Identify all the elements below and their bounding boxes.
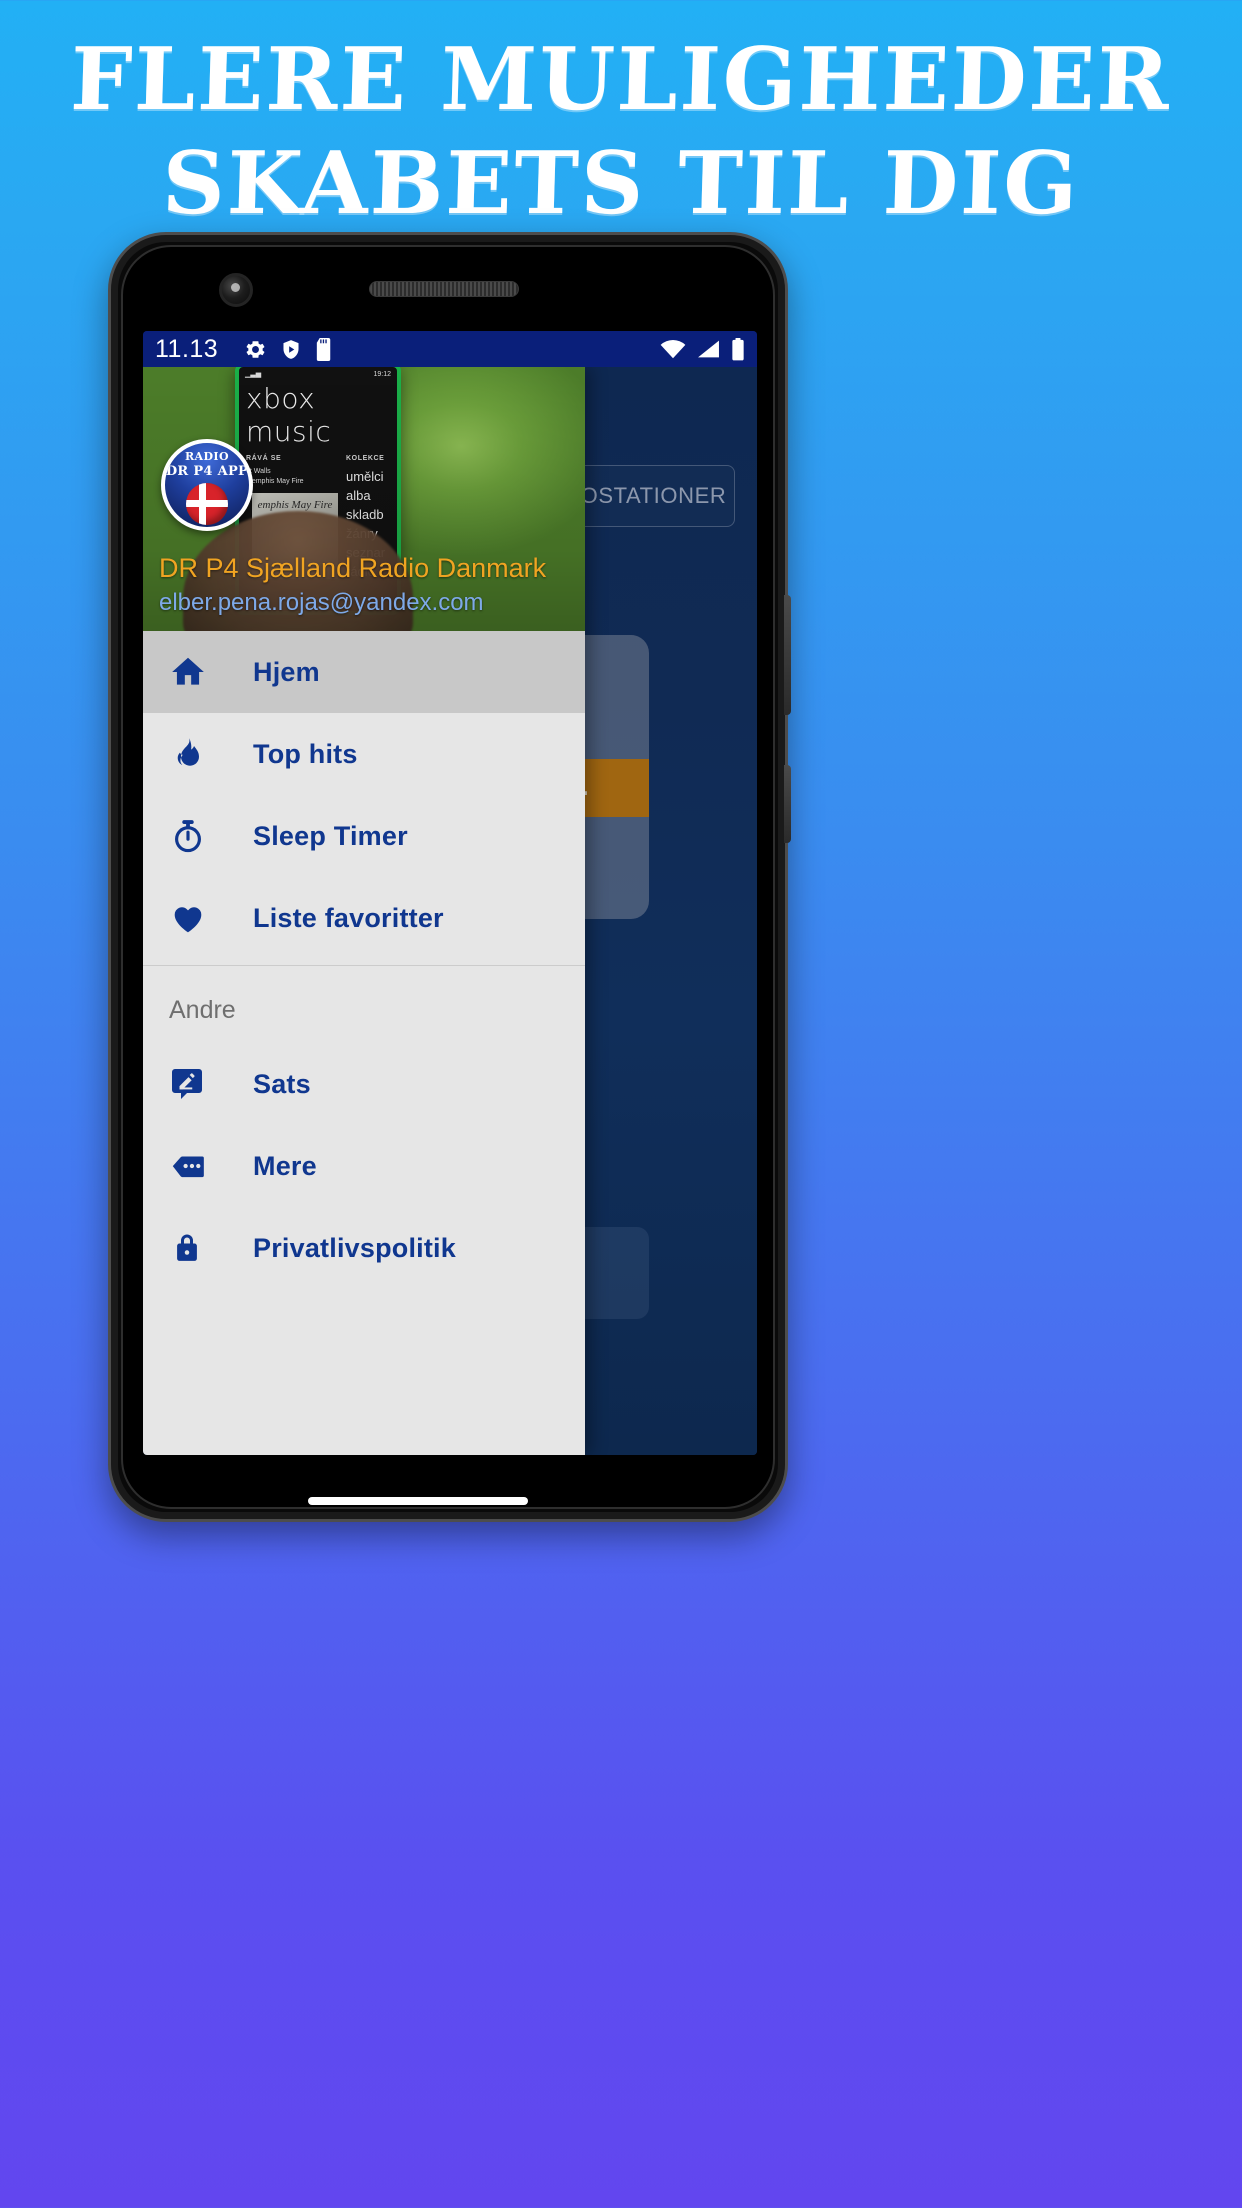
volume-button[interactable] bbox=[784, 595, 791, 715]
power-button[interactable] bbox=[784, 765, 791, 843]
phone-screen: RADIOSTATIONER P4 4 ▁▃▅ 19:12 xbox mu bbox=[143, 331, 757, 1455]
logo-line1: RADIO bbox=[185, 450, 229, 463]
drawer-item-label: Liste favoritter bbox=[253, 902, 444, 933]
drawer-header-email: elber.pena.rojas@yandex.com bbox=[159, 589, 484, 616]
stopwatch-icon bbox=[169, 817, 221, 855]
sd-card-icon bbox=[315, 337, 334, 361]
drawer-item-label: Hjem bbox=[253, 656, 320, 687]
home-icon bbox=[169, 653, 221, 691]
drawer-item-privatlivspolitik[interactable]: Privatlivspolitik bbox=[143, 1207, 585, 1289]
cell-signal-icon bbox=[697, 339, 720, 359]
gear-icon bbox=[244, 338, 267, 361]
wifi-icon bbox=[660, 339, 686, 359]
phone-mockup: RADIOSTATIONER P4 4 ▁▃▅ 19:12 xbox mu bbox=[108, 232, 791, 1522]
drawer-item-label: Sleep Timer bbox=[253, 820, 408, 851]
home-gesture-pill[interactable] bbox=[308, 1497, 528, 1505]
promo-headline-line2: skabets til dig bbox=[160, 133, 1082, 234]
shield-play-icon bbox=[280, 338, 302, 361]
drawer-item-label: Privatlivspolitik bbox=[253, 1232, 456, 1263]
navigation-drawer: ▁▃▅ 19:12 xbox music RÁVÁ SE ut Walls Me… bbox=[143, 367, 585, 1455]
drawer-item-mere[interactable]: Mere bbox=[143, 1125, 585, 1207]
status-bar-left: 11.13 bbox=[155, 335, 334, 364]
status-bar-clock: 11.13 bbox=[155, 334, 219, 363]
drawer-item-top-hits[interactable]: Top hits bbox=[143, 713, 585, 795]
drawer-item-sleep-timer[interactable]: Sleep Timer bbox=[143, 795, 585, 877]
promo-headline-line1: Flere muligheder bbox=[69, 29, 1173, 130]
battery-icon bbox=[731, 337, 745, 361]
flame-icon bbox=[169, 736, 221, 772]
app-logo-avatar: RADIO DR P4 APP bbox=[161, 439, 253, 531]
lock-icon bbox=[169, 1230, 221, 1266]
drawer-section-label: Andre bbox=[169, 996, 236, 1024]
drawer-item-hjem[interactable]: Hjem bbox=[143, 631, 585, 713]
drawer-item-sats[interactable]: Sats bbox=[143, 1043, 585, 1125]
status-bar: 11.13 bbox=[143, 331, 757, 367]
drawer-item-label: Top hits bbox=[253, 738, 358, 769]
front-camera-icon bbox=[219, 273, 253, 307]
logo-line2: DR P4 APP bbox=[165, 464, 249, 479]
drawer-item-liste-favoritter[interactable]: Liste favoritter bbox=[143, 877, 585, 959]
promo-headline: Flere muligheder skabets til dig bbox=[0, 28, 1242, 236]
drawer-menu: Hjem Top hits Sleep Timer Liste favoritt… bbox=[143, 631, 585, 1289]
drawer-header: ▁▃▅ 19:12 xbox music RÁVÁ SE ut Walls Me… bbox=[143, 367, 585, 631]
denmark-flag-icon bbox=[186, 483, 228, 525]
drawer-item-label: Mere bbox=[253, 1150, 317, 1181]
status-bar-right bbox=[660, 337, 745, 361]
drawer-item-label: Sats bbox=[253, 1068, 311, 1099]
drawer-header-title: DR P4 Sjælland Radio Danmark bbox=[159, 553, 547, 583]
rate-review-icon bbox=[169, 1066, 221, 1102]
heart-icon bbox=[169, 899, 221, 937]
more-label-icon bbox=[169, 1147, 221, 1185]
earpiece-speaker bbox=[369, 281, 519, 297]
